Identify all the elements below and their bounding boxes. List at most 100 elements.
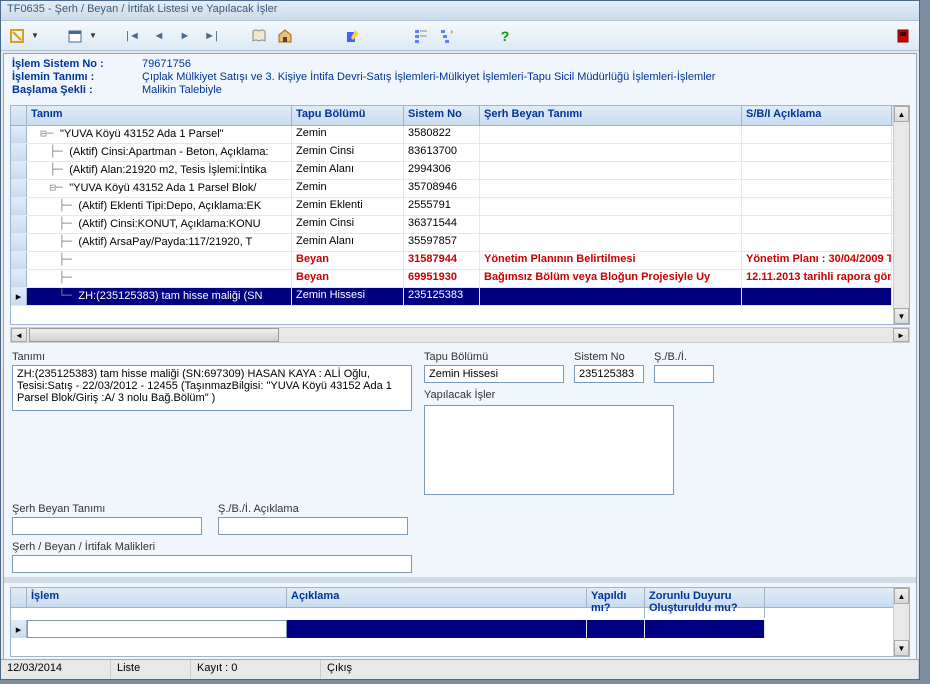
- form-section: Tanımı Tapu Bölümü Sistem No Ş./B./İ.: [4, 343, 916, 503]
- form-tapu-input[interactable]: [424, 365, 564, 383]
- yapilacak-listbox[interactable]: [424, 405, 674, 495]
- cell-tapu: Zemin Alanı: [292, 162, 404, 179]
- grid-header-serh[interactable]: Şerh Beyan Tanımı: [480, 106, 742, 125]
- cell-sbi: [742, 288, 892, 305]
- table-row[interactable]: ├─ (Aktif) Cinsi:KONUT, Açıklama:KONUZem…: [11, 216, 909, 234]
- vertical-scrollbar[interactable]: ▲ ▼: [893, 106, 909, 324]
- scroll-down-button[interactable]: ▼: [894, 308, 909, 324]
- bottom-header-islem[interactable]: İşlem: [27, 588, 287, 607]
- table-row[interactable]: ▸ └─ ZH:(235125383) tam hisse maliği (SN…: [11, 288, 909, 306]
- grid-header-sistem[interactable]: Sistem No: [404, 106, 480, 125]
- bottom-row[interactable]: ▸: [11, 620, 909, 638]
- row-indicator: ▸: [11, 620, 27, 638]
- cell-tanim: ├─: [27, 270, 292, 287]
- table-row[interactable]: ├─ (Aktif) Alan:21920 m2, Tesis İşlemi:İ…: [11, 162, 909, 180]
- cell-tanim: ├─ (Aktif) Cinsi:KONUT, Açıklama:KONU: [27, 216, 292, 233]
- sbi-aciklama-input[interactable]: [218, 517, 408, 535]
- edit-button[interactable]: [341, 24, 365, 48]
- splitter[interactable]: [4, 577, 916, 583]
- grid-header: Tanım Tapu Bölümü Sistem No Şerh Beyan T…: [11, 106, 909, 126]
- cell-tapu: Zemin Hissesi: [292, 288, 404, 305]
- table-row[interactable]: ├─ Beyan31587944Yönetim Planının Belirti…: [11, 252, 909, 270]
- row-indicator: [11, 252, 27, 269]
- cell-serh: [480, 216, 742, 233]
- scroll-up-button[interactable]: ▲: [894, 106, 909, 122]
- table-row[interactable]: ⊟─ "YUVA Köyü 43152 Ada 1 Parsel Blok/Ze…: [11, 180, 909, 198]
- app-logo-button[interactable]: [5, 24, 29, 48]
- cell-tanim: ⊟─ "YUVA Köyü 43152 Ada 1 Parsel": [27, 126, 292, 143]
- horizontal-scrollbar[interactable]: ◄ ►: [10, 327, 910, 343]
- grid-body[interactable]: ⊟─ "YUVA Köyü 43152 Ada 1 Parsel"Zemin35…: [11, 126, 909, 306]
- tree-button-2[interactable]: [435, 24, 459, 48]
- table-row[interactable]: ⊟─ "YUVA Köyü 43152 Ada 1 Parsel"Zemin35…: [11, 126, 909, 144]
- nav-prev-button[interactable]: ◄: [147, 24, 171, 48]
- row-indicator: [11, 198, 27, 215]
- table-row[interactable]: ├─ (Aktif) Eklenti Tipi:Depo, Açıklama:E…: [11, 198, 909, 216]
- info-sistem-no: 79671756: [142, 58, 191, 70]
- row-indicator: [11, 270, 27, 287]
- tree-button-1[interactable]: [409, 24, 433, 48]
- info-sistem-no-label: İşlem Sistem No :: [12, 58, 142, 70]
- main-window: TF0635 - Şerh / Beyan / İrtifak Listesi …: [0, 0, 920, 680]
- serh-beyan-input[interactable]: [12, 517, 202, 535]
- cell-sbi: [742, 216, 892, 233]
- scroll-thumb[interactable]: [29, 328, 279, 342]
- calendar-button[interactable]: [63, 24, 87, 48]
- book-button[interactable]: [247, 24, 271, 48]
- bottom-header-aciklama[interactable]: Açıklama: [287, 588, 587, 607]
- bottom-header-zorunlu[interactable]: Zorunlu Duyuru Oluşturuldu mu?: [645, 588, 765, 618]
- main-grid[interactable]: Tanım Tapu Bölümü Sistem No Şerh Beyan T…: [10, 105, 910, 325]
- sbi-aciklama-label: Ş./B./İ. Açıklama: [218, 503, 408, 515]
- cell-tapu: Beyan: [292, 270, 404, 287]
- cell-serh: [480, 234, 742, 251]
- malikleri-label: Şerh / Beyan / İrtifak Malikleri: [12, 541, 908, 553]
- dropdown-icon[interactable]: ▼: [31, 31, 39, 40]
- malikleri-input[interactable]: [12, 555, 412, 573]
- form-sbi-input[interactable]: [654, 365, 714, 383]
- status-kayit: Kayıt : 0: [191, 660, 321, 679]
- cell-tanim: ├─ (Aktif) ArsaPay/Payda:117/21920, T: [27, 234, 292, 251]
- grid-header-tapu[interactable]: Tapu Bölümü: [292, 106, 404, 125]
- cell-tapu: Zemin Cinsi: [292, 216, 404, 233]
- scroll-left-button[interactable]: ◄: [11, 328, 27, 342]
- cell-sistem: 36371544: [404, 216, 480, 233]
- table-row[interactable]: ├─ Beyan69951930Bağımsız Bölüm veya Bloğ…: [11, 270, 909, 288]
- nav-next-button[interactable]: ►: [173, 24, 197, 48]
- table-row[interactable]: ├─ (Aktif) ArsaPay/Payda:117/21920, TZem…: [11, 234, 909, 252]
- window-titlebar: TF0635 - Şerh / Beyan / İrtifak Listesi …: [1, 1, 919, 21]
- cell-tanim: ├─ (Aktif) Eklenti Tipi:Depo, Açıklama:E…: [27, 198, 292, 215]
- form-row-2: Şerh Beyan Tanımı Ş./B./İ. Açıklama: [4, 503, 916, 535]
- status-cikis: Çıkış: [321, 660, 919, 679]
- cell-sistem: 2555791: [404, 198, 480, 215]
- help-button[interactable]: ?: [493, 24, 517, 48]
- cell-tapu: Zemin Alanı: [292, 234, 404, 251]
- bottom-header-yapildi[interactable]: Yapıldı mı?: [587, 588, 645, 618]
- bottom-vertical-scrollbar[interactable]: ▲ ▼: [893, 588, 909, 656]
- scroll-right-button[interactable]: ►: [893, 328, 909, 342]
- house-button[interactable]: [273, 24, 297, 48]
- info-baslama-label: Başlama Şekli :: [12, 84, 142, 96]
- scroll-down-button[interactable]: ▼: [894, 640, 909, 656]
- grid-header-sbi[interactable]: S/B/I Açıklama: [742, 106, 892, 125]
- form-tanim-input[interactable]: [12, 365, 412, 411]
- bottom-header-indicator: [11, 588, 27, 607]
- nav-first-button[interactable]: |◄: [121, 24, 145, 48]
- cell-sistem: 35708946: [404, 180, 480, 197]
- cell-tapu: Zemin Eklenti: [292, 198, 404, 215]
- exit-button[interactable]: [891, 24, 915, 48]
- cell-tanim: └─ ZH:(235125383) tam hisse maliği (SN: [27, 288, 292, 305]
- scroll-up-button[interactable]: ▲: [894, 588, 909, 604]
- nav-last-button[interactable]: ►|: [199, 24, 223, 48]
- info-tanim-label: İşlemin Tanımı :: [12, 71, 142, 83]
- cell-serh: [480, 180, 742, 197]
- bottom-grid[interactable]: İşlem Açıklama Yapıldı mı? Zorunlu Duyur…: [10, 587, 910, 657]
- form-sistem-label: Sistem No: [574, 351, 644, 363]
- table-row[interactable]: ├─ (Aktif) Cinsi:Apartman - Beton, Açıkl…: [11, 144, 909, 162]
- grid-header-tanim[interactable]: Tanım: [27, 106, 292, 125]
- dropdown-icon[interactable]: ▼: [89, 31, 97, 40]
- cell-sbi: [742, 234, 892, 251]
- row-indicator: [11, 126, 27, 143]
- cell-tanim: ├─ (Aktif) Cinsi:Apartman - Beton, Açıkl…: [27, 144, 292, 161]
- form-sistem-input[interactable]: [574, 365, 644, 383]
- cell-serh: [480, 126, 742, 143]
